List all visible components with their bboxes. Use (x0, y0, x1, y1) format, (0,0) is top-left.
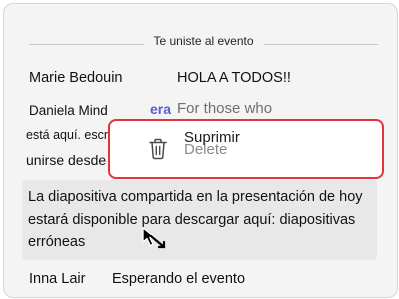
context-menu: Delete Suprimir (108, 119, 384, 179)
message-sender: Marie Bedouin (29, 70, 123, 86)
message-text: HOLA A TODOS!! (177, 70, 291, 86)
delete-menu-item[interactable]: Delete Suprimir (110, 121, 382, 177)
trash-icon (149, 138, 167, 160)
background-fragment: For those who (177, 100, 273, 117)
message-text: La diapositiva compartida en la presenta… (28, 189, 363, 250)
message-text-line: unirse desde (26, 152, 107, 168)
mouse-cursor-icon (142, 227, 166, 249)
selected-message[interactable]: La diapositiva compartida en la presenta… (22, 180, 377, 260)
delete-menu-label: Suprimir (184, 129, 240, 146)
background-fragment: era (150, 101, 172, 117)
chat-panel: Te uniste al evento Marie Bedouin HOLA A… (3, 3, 398, 298)
event-divider: Te uniste al evento (29, 34, 378, 50)
message-sender: Inna Lair (29, 271, 86, 287)
message-text: Esperando el evento (112, 271, 246, 287)
divider-label: Te uniste al evento (143, 34, 264, 48)
message-sender: Daniela Mind (29, 103, 108, 118)
